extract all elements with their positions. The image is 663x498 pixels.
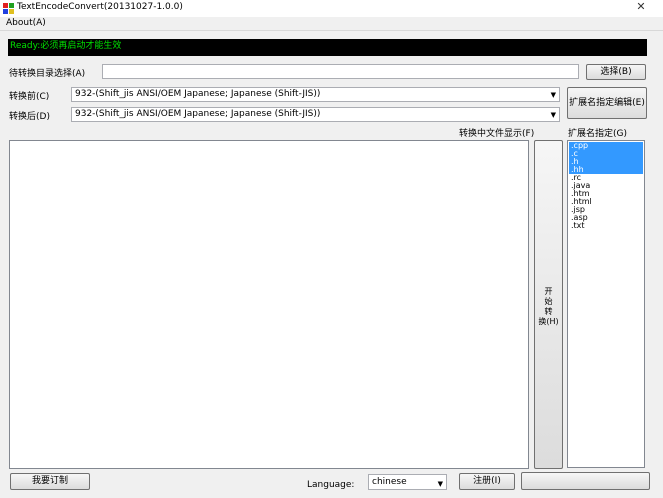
- before-encoding-label: 转换前(C): [9, 92, 50, 102]
- directory-label: 待转换目录选择(A): [9, 69, 86, 79]
- before-encoding-value: 932-(Shift_jis ANSI/OEM Japanese; Japane…: [75, 89, 321, 99]
- file-display-area[interactable]: [9, 140, 529, 469]
- start-convert-button[interactable]: 开 始 转 换(H): [534, 140, 563, 469]
- list-item[interactable]: .cpp: [569, 142, 643, 150]
- list-item[interactable]: .txt: [569, 222, 643, 230]
- order-button[interactable]: 我要订制: [10, 473, 90, 490]
- before-encoding-select[interactable]: 932-(Shift_jis ANSI/OEM Japanese; Japane…: [71, 87, 560, 102]
- chevron-down-icon: ▼: [550, 91, 556, 99]
- language-value: chinese: [372, 477, 407, 487]
- app-icon: [3, 3, 14, 14]
- menu-item-about[interactable]: About(A): [6, 18, 46, 28]
- after-encoding-value: 932-(Shift_jis ANSI/OEM Japanese; Japane…: [75, 109, 321, 119]
- extension-list[interactable]: .cpp .c .h .hh .rc .java .htm .html .jsp…: [567, 140, 645, 468]
- menu-bar: About(A): [0, 17, 663, 31]
- close-icon[interactable]: ✕: [619, 0, 663, 14]
- file-display-label: 转换中文件显示(F): [459, 129, 535, 139]
- start-convert-label: 开 始 转 换(H): [538, 287, 559, 326]
- language-select[interactable]: chinese ▼: [368, 474, 447, 490]
- extension-label: 扩展名指定(G): [568, 129, 627, 139]
- chevron-down-icon: ▼: [550, 111, 556, 119]
- list-item[interactable]: .c: [569, 150, 643, 158]
- chevron-down-icon: ▼: [437, 480, 443, 488]
- status-message: Ready:必须再启动才能生效: [8, 39, 647, 56]
- after-encoding-label: 转换后(D): [9, 112, 50, 122]
- bottom-status-panel: [521, 472, 650, 490]
- select-button[interactable]: 选择(B): [586, 64, 646, 80]
- language-label: Language:: [307, 480, 355, 490]
- extension-edit-button[interactable]: 扩展名指定编辑(E): [567, 87, 647, 119]
- register-button[interactable]: 注册(I): [459, 473, 515, 490]
- after-encoding-select[interactable]: 932-(Shift_jis ANSI/OEM Japanese; Japane…: [71, 107, 560, 122]
- window-title: TextEncodeConvert(20131027-1.0.0): [17, 2, 183, 12]
- title-bar: TextEncodeConvert(20131027-1.0.0) ✕: [0, 0, 663, 17]
- directory-input[interactable]: [102, 64, 579, 79]
